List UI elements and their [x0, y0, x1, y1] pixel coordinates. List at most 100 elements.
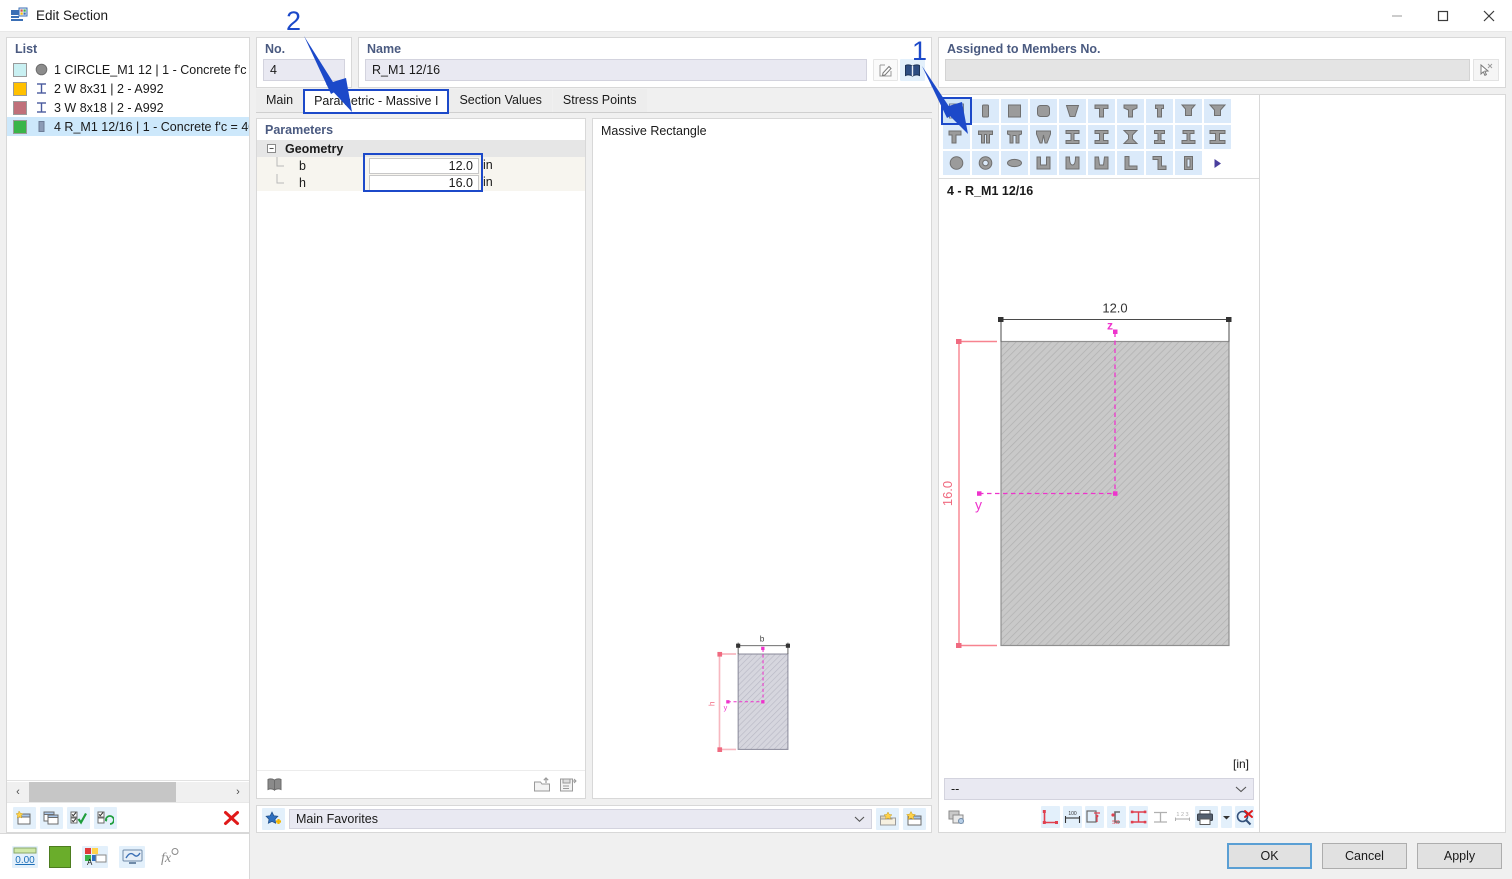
shape-massive-i-unsym[interactable]	[1175, 125, 1202, 149]
show-thickness-button[interactable]	[1151, 806, 1170, 828]
shape-massive-ellipse[interactable]	[1001, 151, 1028, 175]
close-button[interactable]	[1466, 0, 1512, 32]
favorites-select[interactable]: Main Favorites	[289, 809, 872, 829]
render-mode-button[interactable]	[947, 806, 966, 828]
parameters-library-icon[interactable]	[263, 774, 286, 796]
shape-massive-circle[interactable]	[943, 151, 970, 175]
annotation-number-2: 2	[286, 6, 302, 36]
minimize-button[interactable]	[1374, 0, 1420, 32]
shape-massive-i-wide[interactable]	[1204, 125, 1231, 149]
tab-main[interactable]: Main	[256, 89, 304, 112]
shape-massive-t-narrow[interactable]	[1146, 99, 1173, 123]
shape-massive-inverted-trapezoid-t[interactable]	[1175, 99, 1202, 123]
show-part-axes-button[interactable]	[1084, 806, 1104, 828]
ok-button[interactable]: OK	[1227, 843, 1312, 869]
more-shapes-arrow-icon[interactable]	[1204, 151, 1231, 175]
list-item[interactable]: 1 CIRCLE_M1 12 | 1 - Concrete f'c = 40	[7, 60, 249, 79]
name-panel: Name R_M1 12/16	[358, 37, 932, 88]
shape-massive-i-waisted[interactable]	[1117, 125, 1144, 149]
show-dimensions-button[interactable]: 100	[1062, 806, 1082, 828]
drawing-view-select[interactable]: --	[944, 778, 1254, 800]
name-input[interactable]: R_M1 12/16	[365, 59, 867, 81]
show-numbering-button[interactable]: 1 2 3	[1173, 806, 1192, 828]
star-favorite-icon[interactable]	[262, 808, 285, 830]
delete-section-button[interactable]	[220, 807, 243, 829]
pick-cursor-icon[interactable]	[1473, 59, 1499, 81]
shape-massive-i-narrow[interactable]	[1146, 125, 1173, 149]
drawing-toolbar: 100 SC 1 2 3	[939, 802, 1259, 832]
tab-section-values[interactable]: Section Values	[449, 89, 552, 112]
parameter-name: h	[299, 175, 306, 190]
shape-massive-u-square[interactable]	[1030, 151, 1057, 175]
collapse-icon[interactable]: −	[267, 144, 276, 153]
shape-massive-z-section[interactable]	[1146, 151, 1173, 175]
show-shear-center-button[interactable]: SC	[1106, 806, 1126, 828]
scroll-thumb[interactable]	[29, 781, 176, 802]
parameter-unit: in	[479, 174, 509, 191]
reset-view-button[interactable]	[1235, 806, 1254, 828]
apply-button[interactable]: Apply	[1417, 843, 1502, 869]
shape-massive-rounded-rect[interactable]	[1030, 99, 1057, 123]
cancel-button[interactable]: Cancel	[1322, 843, 1407, 869]
text-color-icon[interactable]: A	[82, 845, 108, 868]
scroll-left-button[interactable]: ‹	[7, 781, 29, 802]
shape-preview-title: Massive Rectangle	[601, 124, 707, 138]
tab-stress-points[interactable]: Stress Points	[552, 89, 647, 112]
chevron-down-icon[interactable]	[854, 815, 865, 823]
section-list[interactable]: 1 CIRCLE_M1 12 | 1 - Concrete f'c = 40 2…	[7, 59, 249, 780]
view-mode-icon[interactable]	[119, 845, 145, 868]
maximize-button[interactable]	[1420, 0, 1466, 32]
shape-massive-double-leg-t-slanted[interactable]	[1001, 125, 1028, 149]
shape-massive-double-leg-v[interactable]	[1030, 125, 1057, 149]
shape-massive-t-section[interactable]	[1088, 99, 1115, 123]
shape-massive-wide-inverted-t[interactable]	[1204, 99, 1231, 123]
shape-massive-hollow-rect[interactable]	[1175, 151, 1202, 175]
right-main: 4 - R_M1 12/16 12.0 16.0 z y [in] -- 100…	[938, 94, 1506, 833]
parameter-row-b[interactable]: b 12.0 in	[257, 157, 585, 174]
refresh-sections-button[interactable]	[94, 806, 117, 829]
check-sections-button[interactable]	[67, 806, 90, 829]
shape-massive-u-round[interactable]	[1059, 151, 1086, 175]
shape-massive-i-section[interactable]	[1059, 125, 1086, 149]
import-parameters-icon[interactable]	[530, 774, 553, 796]
list-horizontal-scrollbar[interactable]: ‹ ›	[7, 780, 249, 802]
formula-icon[interactable]: fx	[156, 846, 182, 868]
favorites-value: Main Favorites	[296, 812, 378, 826]
list-item[interactable]: 2 W 8x31 | 2 - A992	[7, 79, 249, 98]
print-dropdown-chevron-icon[interactable]	[1221, 806, 1232, 828]
assigned-members-label: Assigned to Members No.	[947, 42, 1101, 56]
show-origin-button[interactable]	[1040, 806, 1060, 828]
scroll-right-button[interactable]: ›	[227, 781, 249, 802]
list-header: List	[15, 42, 38, 56]
edit-pencil-icon[interactable]	[873, 59, 898, 81]
shape-massive-square[interactable]	[1001, 99, 1028, 123]
parameters-group-geometry[interactable]: − Geometry	[257, 140, 585, 157]
new-section-button[interactable]	[13, 806, 36, 829]
shape-massive-t-section-2[interactable]	[1117, 99, 1144, 123]
shape-massive-u-trapezoid[interactable]	[1088, 151, 1115, 175]
copy-section-button[interactable]	[40, 806, 63, 829]
new-favorites-icon[interactable]	[903, 808, 926, 830]
show-stress-points-button[interactable]	[1128, 806, 1148, 828]
open-favorites-icon[interactable]	[876, 808, 899, 830]
list-item-selected[interactable]: 4 R_M1 12/16 | 1 - Concrete f'c = 4000	[7, 117, 249, 136]
title-bar: Edit Section	[0, 0, 1512, 32]
parameter-row-h[interactable]: h 16.0 in	[257, 174, 585, 191]
list-item[interactable]: 3 W 8x18 | 2 - A992	[7, 98, 249, 117]
scroll-track[interactable]	[29, 781, 227, 802]
assigned-members-input[interactable]	[945, 59, 1470, 81]
shape-massive-trapezoid[interactable]	[1059, 99, 1086, 123]
parameter-value-h[interactable]: 16.0	[369, 174, 479, 191]
numeric-display-icon[interactable]: 0.00	[12, 845, 38, 868]
shape-massive-l-section[interactable]	[1117, 151, 1144, 175]
parameter-value-b[interactable]: 12.0	[369, 157, 479, 174]
chevron-down-icon[interactable]	[1235, 785, 1247, 793]
height-dimension-label: 16.0	[940, 481, 955, 506]
shape-massive-pipe[interactable]	[972, 151, 999, 175]
export-parameters-icon[interactable]	[556, 774, 579, 796]
shape-massive-i-section-2[interactable]	[1088, 125, 1115, 149]
drawing-unit-label: [in]	[1232, 757, 1249, 771]
drawing-area[interactable]: 12.0 16.0 z y [in]	[939, 198, 1259, 775]
color-swatch-icon[interactable]	[49, 845, 71, 868]
print-button[interactable]	[1194, 806, 1219, 828]
